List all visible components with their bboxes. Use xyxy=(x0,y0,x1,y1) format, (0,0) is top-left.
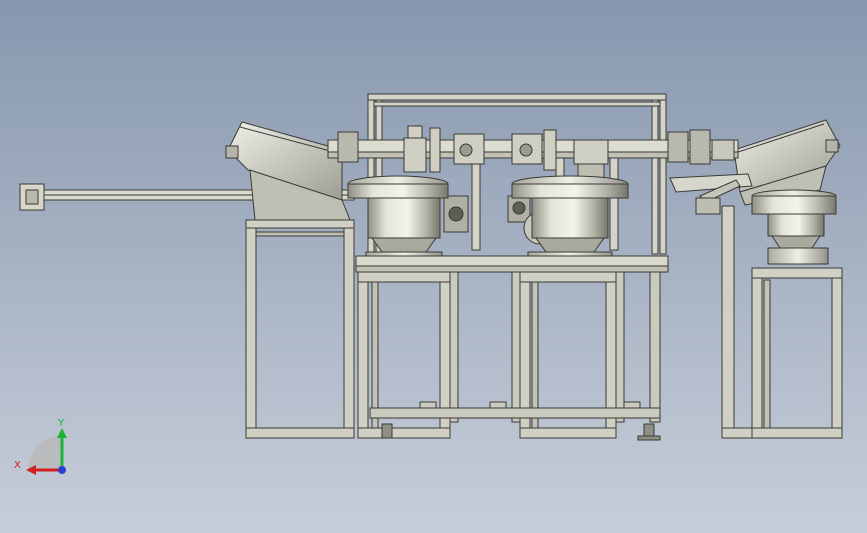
left-hopper xyxy=(225,121,351,221)
central-table-top xyxy=(355,255,669,267)
machine-assembly xyxy=(19,93,843,441)
z-axis-indicator xyxy=(58,466,66,474)
y-axis-label: Y xyxy=(57,418,65,429)
triad-plane-shading xyxy=(28,436,62,470)
cad-model-view[interactable]: Y X xyxy=(0,0,867,533)
bowl-feeder-1 xyxy=(347,175,449,267)
central-base-frame xyxy=(369,271,661,441)
left-hopper-stand xyxy=(245,219,355,439)
x-axis-label: X xyxy=(14,460,21,471)
graphics-viewport[interactable]: Y X xyxy=(0,0,867,533)
y-axis-arrowhead xyxy=(57,428,67,438)
bowl-3-stand xyxy=(751,267,843,439)
right-hopper-stand xyxy=(721,205,753,439)
bowl-feeder-3 xyxy=(751,189,837,265)
coordinate-triad: Y X xyxy=(14,418,67,475)
transfer-chute xyxy=(669,173,753,215)
